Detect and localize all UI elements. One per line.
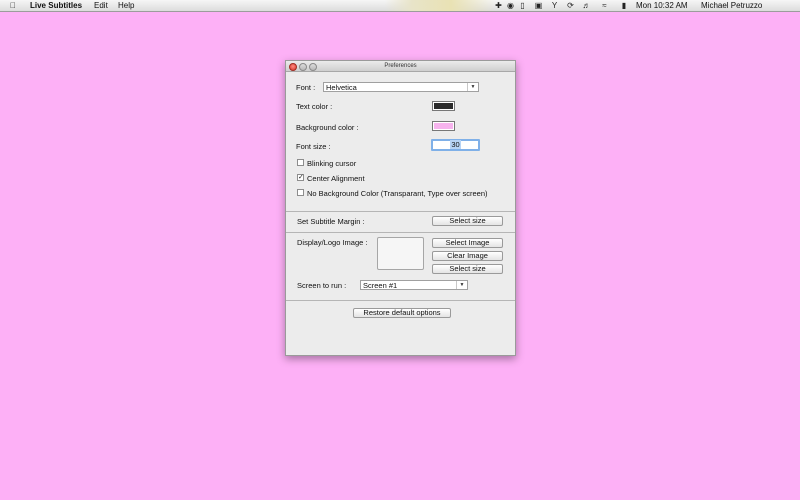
font-select-value: Helvetica bbox=[326, 83, 357, 92]
font-size-field[interactable]: 30 bbox=[431, 139, 480, 151]
preferences-window: Preferences Font : Helvetica ▼ Text colo… bbox=[285, 60, 516, 356]
window-title: Preferences bbox=[384, 63, 417, 69]
restore-defaults-button[interactable]: Restore default options bbox=[353, 308, 451, 318]
user-name[interactable]: Michael Petruzzo bbox=[701, 0, 762, 11]
chevron-down-icon: ▼ bbox=[456, 281, 467, 289]
no-background-label[interactable]: No Background Color (Transparant, Type o… bbox=[307, 189, 488, 198]
subtitle-margin-label: Set Subtitle Margin : bbox=[297, 217, 365, 226]
clear-image-button[interactable]: Clear Image bbox=[432, 251, 503, 261]
battery-icon[interactable]: ▮ bbox=[618, 1, 630, 10]
blinking-cursor-checkbox[interactable] bbox=[297, 159, 304, 166]
menu-help[interactable]: Help bbox=[118, 0, 134, 11]
calendar-status-icon[interactable]: ▣ bbox=[534, 1, 543, 10]
logo-image-preview bbox=[377, 237, 424, 270]
apple-icon[interactable]:  bbox=[10, 0, 16, 11]
text-color-swatch bbox=[434, 103, 453, 109]
menu-bar:  Live Subtitles Edit Help ✚ ◉ ▯ ▣ Υ ⟳ ♬… bbox=[0, 0, 800, 12]
bg-color-label: Background color : bbox=[296, 123, 359, 132]
bg-color-swatch bbox=[434, 123, 453, 129]
clock[interactable]: Mon 10:32 AM bbox=[636, 0, 688, 11]
text-color-well[interactable] bbox=[432, 101, 455, 111]
close-button[interactable] bbox=[289, 63, 297, 71]
separator bbox=[286, 232, 515, 233]
select-image-button[interactable]: Select Image bbox=[432, 238, 503, 248]
title-bar[interactable]: Preferences bbox=[286, 61, 515, 72]
antenna-status-icon[interactable]: Υ bbox=[550, 1, 559, 10]
logo-image-label: Display/Logo Image : bbox=[297, 238, 368, 247]
zoom-button[interactable] bbox=[309, 63, 317, 71]
font-select[interactable]: Helvetica ▼ bbox=[323, 82, 479, 92]
menu-edit[interactable]: Edit bbox=[94, 0, 108, 11]
logo-select-size-button[interactable]: Select size bbox=[432, 264, 503, 274]
wifi-icon[interactable]: ≈ bbox=[600, 1, 609, 10]
screen-select-value: Screen #1 bbox=[363, 281, 398, 290]
sync-status-icon[interactable]: ⟳ bbox=[566, 1, 575, 10]
chevron-down-icon: ▼ bbox=[467, 83, 478, 91]
plus-status-icon[interactable]: ✚ bbox=[494, 1, 503, 10]
text-color-label: Text color : bbox=[296, 102, 333, 111]
separator bbox=[286, 300, 515, 301]
center-alignment-checkbox[interactable]: ✓ bbox=[297, 174, 304, 181]
margin-select-size-button[interactable]: Select size bbox=[432, 216, 503, 226]
separator bbox=[286, 211, 515, 212]
minimize-button[interactable] bbox=[299, 63, 307, 71]
bg-color-well[interactable] bbox=[432, 121, 455, 131]
font-size-value: 30 bbox=[450, 140, 461, 149]
menu-app-name[interactable]: Live Subtitles bbox=[30, 0, 82, 11]
menubar-decoration bbox=[385, 0, 495, 11]
no-background-checkbox[interactable] bbox=[297, 189, 304, 196]
center-alignment-label[interactable]: Center Alignment bbox=[307, 174, 365, 183]
screen-label: Screen to run : bbox=[297, 281, 347, 290]
volume-icon[interactable]: ♬ bbox=[582, 1, 591, 10]
blinking-cursor-label[interactable]: Blinking cursor bbox=[307, 159, 356, 168]
font-label: Font : bbox=[296, 83, 316, 92]
checkmark-icon: ✓ bbox=[298, 174, 304, 181]
screen-select[interactable]: Screen #1 ▼ bbox=[360, 280, 468, 290]
globe-status-icon[interactable]: ◉ bbox=[506, 1, 515, 10]
drive-status-icon[interactable]: ▯ bbox=[518, 1, 527, 10]
font-size-label: Font size : bbox=[296, 142, 331, 151]
